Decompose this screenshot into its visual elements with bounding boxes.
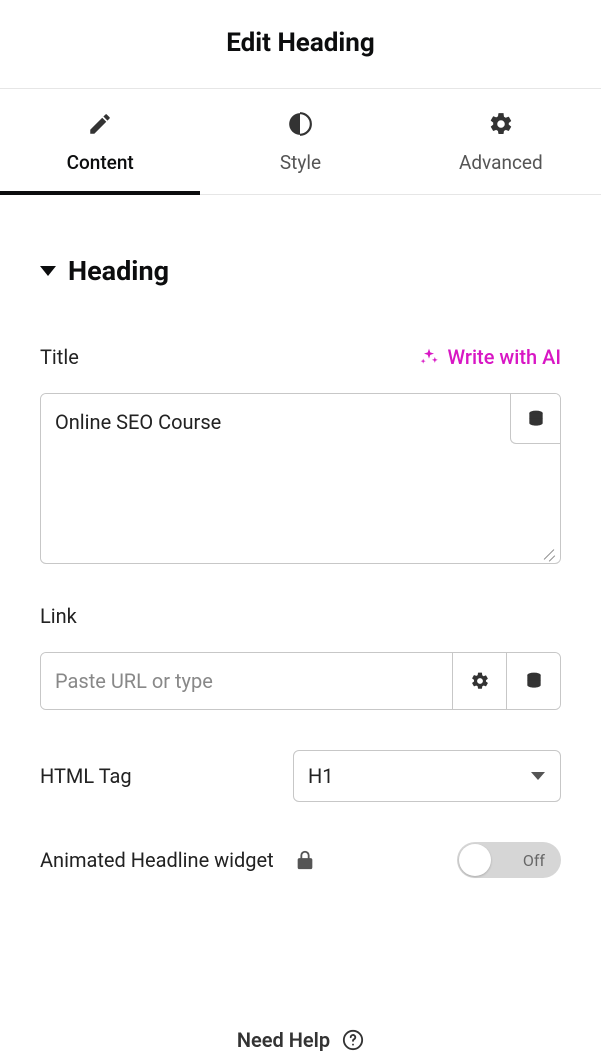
tab-style[interactable]: Style bbox=[200, 89, 400, 194]
animated-headline-label: Animated Headline widget bbox=[40, 848, 274, 872]
control-animated-headline: Animated Headline widget Off bbox=[40, 842, 561, 878]
animated-headline-toggle[interactable]: Off bbox=[457, 842, 561, 878]
caret-down-icon bbox=[40, 266, 56, 276]
html-tag-select[interactable]: H1 bbox=[293, 750, 561, 802]
ai-link-label: Write with AI bbox=[447, 345, 561, 369]
pencil-icon bbox=[87, 111, 113, 137]
tab-label: Content bbox=[67, 151, 134, 174]
control-link: Link bbox=[40, 604, 561, 710]
database-icon bbox=[526, 409, 546, 429]
sparkle-icon bbox=[419, 347, 439, 367]
title-input-wrap bbox=[40, 393, 561, 564]
animated-headline-label-wrap: Animated Headline widget bbox=[40, 848, 316, 872]
tab-label: Advanced bbox=[459, 151, 543, 174]
section-content: Heading Title Write with AI Link bbox=[0, 195, 601, 1052]
tab-label: Style bbox=[280, 151, 321, 174]
tabs: Content Style Advanced bbox=[0, 89, 601, 195]
toggle-knob bbox=[459, 844, 491, 876]
link-input-row bbox=[40, 652, 561, 710]
html-tag-label: HTML Tag bbox=[40, 764, 132, 788]
gear-icon bbox=[470, 671, 490, 691]
write-with-ai-button[interactable]: Write with AI bbox=[419, 345, 561, 369]
title-textarea[interactable] bbox=[41, 394, 560, 559]
help-label: Need Help bbox=[237, 1028, 330, 1052]
tab-advanced[interactable]: Advanced bbox=[401, 89, 601, 194]
lock-icon bbox=[294, 849, 316, 871]
need-help-link[interactable]: Need Help bbox=[40, 1028, 561, 1052]
contrast-icon bbox=[287, 111, 313, 137]
html-tag-select-wrap: H1 bbox=[293, 750, 561, 802]
link-dynamic-button[interactable] bbox=[506, 653, 560, 709]
tab-content[interactable]: Content bbox=[0, 89, 200, 194]
toggle-state-label: Off bbox=[523, 851, 545, 870]
dynamic-tags-button[interactable] bbox=[510, 394, 560, 444]
section-title: Heading bbox=[68, 255, 169, 287]
gear-icon bbox=[488, 111, 514, 137]
help-circle-icon bbox=[342, 1029, 364, 1051]
link-label: Link bbox=[40, 604, 77, 628]
link-input[interactable] bbox=[41, 653, 452, 709]
panel-header: Edit Heading bbox=[0, 0, 601, 89]
link-options-button[interactable] bbox=[452, 653, 506, 709]
panel-title: Edit Heading bbox=[0, 28, 601, 58]
control-title: Title Write with AI bbox=[40, 345, 561, 564]
title-label: Title bbox=[40, 345, 79, 369]
section-toggle-heading[interactable]: Heading bbox=[40, 255, 561, 287]
control-html-tag: HTML Tag H1 bbox=[40, 750, 561, 802]
database-icon bbox=[524, 671, 544, 691]
